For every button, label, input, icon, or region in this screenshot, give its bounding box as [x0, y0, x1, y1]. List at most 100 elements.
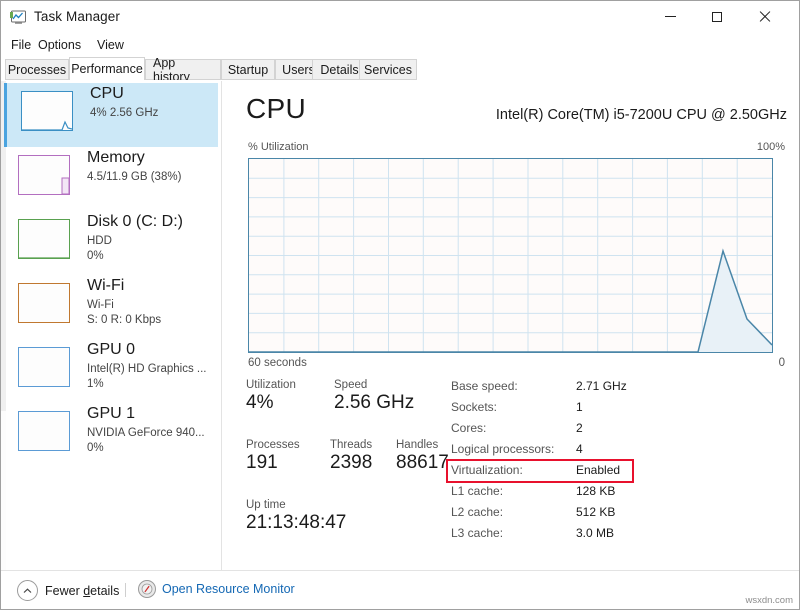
- sidebar-item-line1: NVIDIA GeForce 940...: [87, 427, 205, 439]
- stat-handles: Handles 88617: [396, 439, 449, 474]
- page-title: CPU: [246, 93, 307, 124]
- gpu0-thumbnail: [18, 347, 70, 387]
- sidebar-splitter[interactable]: [221, 81, 222, 571]
- maximize-icon: [712, 11, 722, 22]
- info-value: 2: [576, 421, 583, 435]
- cpu-thumbnail: [21, 91, 73, 131]
- sidebar-item-title: Wi-Fi: [87, 277, 125, 294]
- close-button[interactable]: [742, 1, 788, 32]
- info-key: L3 cache:: [451, 526, 504, 540]
- sidebar-item-title: CPU: [90, 85, 124, 102]
- sidebar-item-title: GPU 0: [87, 341, 136, 358]
- cpu-graph-svg: [249, 159, 772, 352]
- resource-monitor-icon: [138, 580, 156, 598]
- stat-label: Speed: [334, 379, 368, 391]
- stat-label: Up time: [246, 499, 286, 511]
- sidebar-item-title: Disk 0 (C: D:): [87, 213, 183, 230]
- gpu1-thumbnail: [18, 411, 70, 451]
- resource-sidebar: CPU 4% 2.56 GHz Memory 4.5/11.9 GB (38%): [1, 81, 221, 571]
- info-row-virtualization: Virtualization: Enabled: [446, 459, 701, 484]
- info-row-base-speed: Base speed: 2.71 GHz: [451, 379, 701, 400]
- info-key: Sockets:: [451, 400, 498, 414]
- memory-thumbnail: [18, 155, 70, 195]
- info-row-l3-cache: L3 cache: 3.0 MB: [451, 526, 701, 547]
- sidebar-item-gpu0[interactable]: GPU 0 Intel(R) HD Graphics ... 1%: [7, 339, 215, 403]
- info-value: 512 KB: [576, 505, 616, 519]
- sidebar-item-line1: Intel(R) HD Graphics ...: [87, 363, 207, 375]
- window-title: Task Manager: [34, 9, 120, 24]
- cpu-utilization-graph: [248, 158, 773, 353]
- chevron-up-icon: [17, 580, 38, 601]
- sidebar-item-title: GPU 1: [87, 405, 136, 422]
- tab-strip: Processes Performance App history Startu…: [1, 56, 799, 84]
- tab-performance[interactable]: Performance: [69, 57, 145, 81]
- sidebar-item-line2: 0%: [87, 442, 104, 454]
- sidebar-item-line2: 1%: [87, 378, 104, 390]
- tab-app-history[interactable]: App history: [145, 56, 221, 84]
- sidebar-item-title: Memory: [87, 149, 145, 166]
- task-manager-icon: [10, 10, 27, 25]
- open-resource-monitor-link[interactable]: Open Resource Monitor: [138, 580, 295, 598]
- info-key: L1 cache:: [451, 484, 504, 498]
- status-bar: Fewer details Open Resource Monitor: [1, 570, 799, 609]
- stat-value: 88617: [396, 452, 449, 473]
- sidebar-item-line2: S: 0 R: 0 Kbps: [87, 314, 162, 326]
- sidebar-scrollbar[interactable]: [1, 81, 6, 571]
- info-key: Virtualization:: [451, 463, 523, 477]
- info-value: 128 KB: [576, 484, 616, 498]
- graph-axis-bottom-right: 0: [778, 357, 785, 369]
- title-bar: Task Manager: [1, 1, 799, 35]
- watermark: wsxdn.com: [745, 595, 793, 606]
- info-key: L2 cache:: [451, 505, 504, 519]
- sidebar-item-wifi[interactable]: Wi-Fi Wi-Fi S: 0 R: 0 Kbps: [7, 275, 215, 339]
- fewer-details-label: Fewer details: [45, 584, 119, 598]
- sidebar-item-line1: 4.5/11.9 GB (38%): [87, 171, 182, 183]
- sidebar-item-line1: 4% 2.56 GHz: [90, 107, 159, 119]
- tab-services[interactable]: Services: [359, 59, 417, 80]
- minimize-button[interactable]: [647, 1, 693, 32]
- info-value: 1: [576, 400, 583, 414]
- wifi-thumbnail: [18, 283, 70, 323]
- stat-threads: Threads 2398: [330, 439, 372, 474]
- stat-value: 21:13:48:47: [246, 512, 347, 533]
- status-divider: [125, 583, 126, 597]
- cpu-model-label: Intel(R) Core(TM) i5-7200U CPU @ 2.50GHz: [495, 107, 787, 123]
- stat-value: 4%: [246, 392, 274, 413]
- stat-processes: Processes 191: [246, 439, 300, 474]
- tab-processes[interactable]: Processes: [5, 59, 69, 80]
- info-value: Enabled: [576, 463, 621, 477]
- sidebar-item-memory[interactable]: Memory 4.5/11.9 GB (38%): [7, 147, 215, 211]
- menu-item-options[interactable]: Options: [35, 37, 84, 53]
- sidebar-item-line1: HDD: [87, 235, 112, 247]
- info-key: Cores:: [451, 421, 487, 435]
- stat-value: 191: [246, 452, 278, 473]
- graph-axis-bottom-left: 60 seconds: [248, 357, 307, 369]
- graph-axis-top-left: % Utilization: [248, 141, 309, 153]
- stat-utilization: Utilization 4%: [246, 379, 296, 414]
- menu-item-file[interactable]: File: [8, 37, 34, 53]
- tab-startup[interactable]: Startup: [221, 59, 275, 80]
- graph-axis-top-right: 100%: [756, 141, 785, 153]
- stat-speed: Speed 2.56 GHz: [334, 379, 414, 414]
- content-area: CPU 4% 2.56 GHz Memory 4.5/11.9 GB (38%): [1, 81, 799, 571]
- maximize-button[interactable]: [694, 1, 740, 32]
- task-manager-window: Task Manager File Options View Processes…: [0, 0, 800, 610]
- menu-item-view[interactable]: View: [94, 37, 127, 53]
- fewer-details-pre: Fewer: [45, 583, 84, 598]
- close-icon: [759, 11, 771, 23]
- sidebar-item-line1: Wi-Fi: [87, 299, 114, 311]
- minimize-icon: [664, 16, 676, 17]
- fewer-details-post: etails: [90, 583, 120, 598]
- sidebar-item-cpu[interactable]: CPU 4% 2.56 GHz: [4, 83, 218, 147]
- sidebar-item-line2: 0%: [87, 250, 104, 262]
- sidebar-item-gpu1[interactable]: GPU 1 NVIDIA GeForce 940... 0%: [7, 403, 215, 467]
- info-value: 4: [576, 442, 583, 456]
- info-value: 3.0 MB: [576, 526, 615, 540]
- stat-label: Utilization: [246, 379, 296, 391]
- info-row-cores: Cores: 2: [451, 421, 701, 442]
- disk-thumbnail: [18, 219, 70, 259]
- fewer-details-button[interactable]: Fewer details: [17, 580, 119, 601]
- info-value: 2.71 GHz: [576, 379, 627, 393]
- sidebar-item-disk0[interactable]: Disk 0 (C: D:) HDD 0%: [7, 211, 215, 275]
- stat-uptime: Up time 21:13:48:47: [246, 499, 346, 534]
